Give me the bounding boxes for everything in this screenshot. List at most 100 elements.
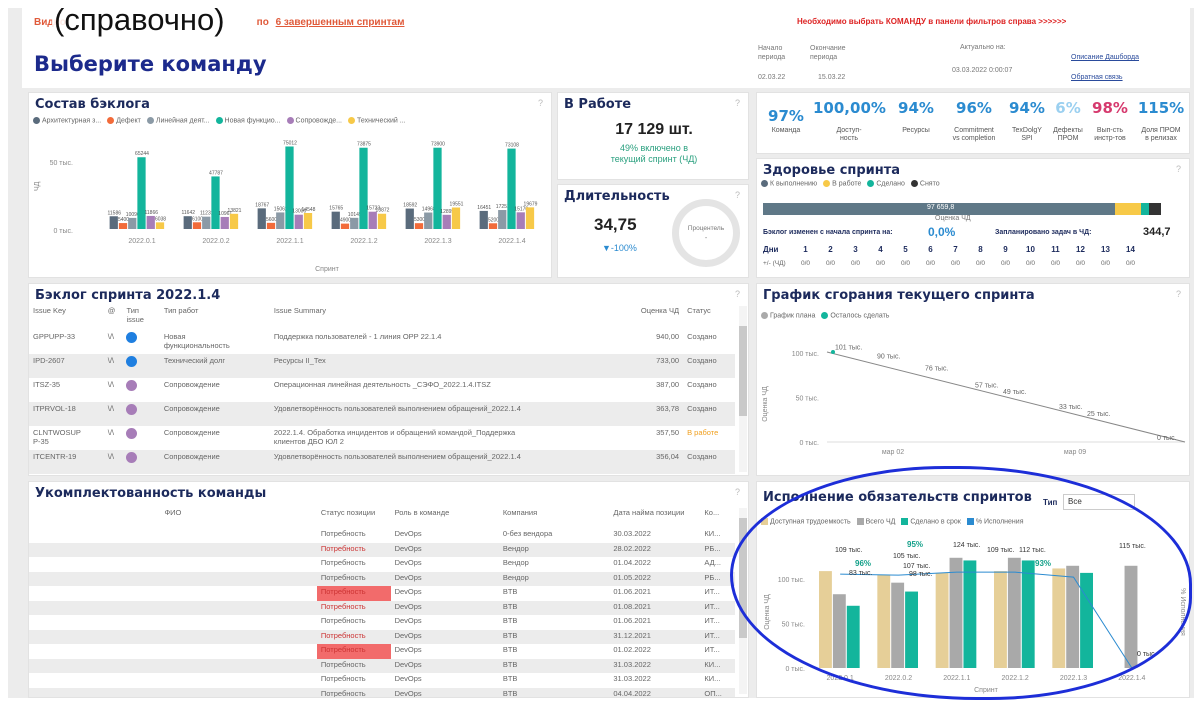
column-header[interactable]: Тип работ xyxy=(160,304,270,330)
help-icon[interactable]: ? xyxy=(735,487,740,497)
kpi-card[interactable]: 98% Вып-сть инстр-тов xyxy=(1087,99,1133,143)
table-row[interactable]: Потребность DevOps 0-без вендора 30.03.2022… xyxy=(29,528,735,543)
column-header[interactable]: Issue Key xyxy=(29,304,104,330)
kpi-label: Вып-сть инстр-тов xyxy=(1094,127,1126,142)
day-number: 3 xyxy=(853,245,858,254)
table-cell: Новая функциональность xyxy=(163,332,230,350)
legend-item[interactable]: Технический ... xyxy=(348,117,406,124)
staffing-scrollbar[interactable] xyxy=(739,508,747,694)
y-tick: 0 тыс. xyxy=(799,440,819,447)
table-cell: Потребность xyxy=(320,529,366,538)
bar xyxy=(128,217,137,229)
data-label: 0 тыс. xyxy=(1137,651,1157,658)
table-row[interactable]: Потребность DevOps Вендор 28.02.2022 РБ... xyxy=(29,542,735,557)
bar-data-label: 19679 xyxy=(524,201,538,207)
legend-item[interactable]: Доступная трудоемкость xyxy=(761,518,851,525)
bar-data-label: 13821 xyxy=(228,208,242,214)
legend-item[interactable]: % Исполнения xyxy=(966,518,1024,525)
kpi-card[interactable]: 6% Дефекты ПРОМ xyxy=(1049,99,1087,143)
table-cell: Потребность xyxy=(316,600,391,615)
column-header[interactable]: ФИО xyxy=(29,506,317,528)
table-row[interactable]: Потребность DevOps BTB 01.08.2021 ИТ... xyxy=(29,600,735,615)
column-header[interactable]: Дата найма позиции xyxy=(609,506,700,528)
legend-item[interactable]: График плана xyxy=(761,312,815,319)
help-icon[interactable]: ? xyxy=(735,190,740,200)
legend-item[interactable]: Архитектурная з... xyxy=(33,117,101,124)
column-header[interactable]: Статус позиции xyxy=(317,506,391,528)
column-header[interactable]: Оценка ЧД xyxy=(623,304,683,330)
legend-item[interactable]: К выполнению xyxy=(761,180,817,187)
table-row[interactable]: Потребность DevOps BTB 01.02.2022 ИТ... xyxy=(29,644,735,659)
bar xyxy=(183,216,192,229)
bar-data-label: 15765 xyxy=(329,206,343,212)
table-row[interactable]: GPPUPP-33 \/\ Новая функциональность Поддер… xyxy=(29,330,735,354)
table-row[interactable]: ITCENTR-19 \/\ Сопровождение Удовлетворённо… xyxy=(29,450,735,474)
table-row[interactable]: Потребность DevOps BTB 31.12.2021 ИТ... xyxy=(29,629,735,644)
legend-item[interactable]: Сделано xyxy=(867,180,905,187)
kpi-card[interactable]: 115% Доля ПРОМ в релизах xyxy=(1135,99,1187,143)
bar xyxy=(192,222,202,229)
column-header[interactable]: Ко... xyxy=(700,506,735,528)
sprint-backlog-title: Бэклог спринта 2022.1.4 xyxy=(35,288,221,303)
page-title: Выберите команду xyxy=(34,52,267,76)
table-row[interactable]: Потребность DevOps BTB 01.06.2021 ИТ... xyxy=(29,586,735,601)
feedback-link[interactable]: Обратная связь xyxy=(1071,74,1123,81)
legend-item[interactable]: Сделано в срок xyxy=(901,518,961,525)
day-number: 11 xyxy=(1051,245,1060,254)
legend-item[interactable]: Линейная деят... xyxy=(146,117,210,124)
dashboard-description-link[interactable]: Описание Дашборда xyxy=(1071,54,1139,61)
table-row[interactable]: IPD-2607 \/\ Технический долг Ресурсы II_Те… xyxy=(29,354,735,378)
kpi-card[interactable]: 97% Команда xyxy=(761,99,811,135)
table-row[interactable]: Потребность DevOps Вендор 01.04.2022 АД... xyxy=(29,557,735,572)
help-icon[interactable]: ? xyxy=(1176,289,1181,299)
legend-item[interactable]: В работе xyxy=(823,180,861,187)
sprint-backlog-scrollbar[interactable] xyxy=(739,306,747,472)
kpi-label: Дефекты ПРОМ xyxy=(1053,127,1083,142)
column-header[interactable]: Issue Summary xyxy=(270,304,623,330)
kpi-card[interactable]: 100,00% Доступ- ность xyxy=(813,99,886,143)
bar-data-label: 73108 xyxy=(505,143,519,149)
help-icon[interactable]: ? xyxy=(1176,164,1181,174)
column-header[interactable]: Статус xyxy=(683,304,735,330)
legend-item[interactable]: Новая функцио... xyxy=(215,117,281,124)
table-row[interactable]: ITPRVOL-18 \/\ Сопровождение Удовлетворённо… xyxy=(29,402,735,426)
help-icon[interactable]: ? xyxy=(735,289,740,299)
legend-item[interactable]: Дефект xyxy=(107,117,141,124)
legend-item[interactable]: Осталось сделать xyxy=(821,312,889,319)
legend-item[interactable]: Сопровожде... xyxy=(286,117,342,124)
column-header[interactable]: Тип issue xyxy=(122,304,159,330)
table-row[interactable]: CLNTWOSUP P-35 \/\ Сопровождение 2022.1.4. … xyxy=(29,426,735,450)
table-cell: 01.04.2022 xyxy=(613,558,651,567)
table-row[interactable]: Потребность DevOps BTB 31.03.2022 КИ... xyxy=(29,658,735,673)
day-number: 13 xyxy=(1101,245,1110,254)
column-header[interactable]: Роль в команде xyxy=(391,506,499,528)
data-label: 83 тыс. xyxy=(849,570,872,577)
table-cell: Потребность xyxy=(316,658,391,673)
bar xyxy=(350,217,359,229)
completed-sprints-link[interactable]: 6 завершенным спринтам xyxy=(276,17,405,28)
table-row[interactable]: Потребность DevOps BTB 31.03.2022 КИ... xyxy=(29,673,735,688)
bar xyxy=(424,212,433,229)
legend-item[interactable]: Всего ЧД xyxy=(856,518,895,525)
column-header[interactable]: @ xyxy=(104,304,123,330)
x-tick: мар 02 xyxy=(882,449,904,456)
table-row[interactable]: Потребность DevOps Вендор 01.05.2022 РБ... xyxy=(29,571,735,586)
table-cell: BTB xyxy=(498,687,610,697)
table-row[interactable]: Потребность DevOps BTB 01.06.2021 ИТ... xyxy=(29,615,735,630)
period-start: 02.03.22 xyxy=(758,74,786,81)
table-cell: DevOps xyxy=(390,658,499,673)
kpi-card[interactable]: 96% Commitment vs completion xyxy=(945,99,1003,143)
x-tick: 2022.0.2 xyxy=(202,238,229,245)
type-filter-select[interactable]: Все xyxy=(1063,494,1135,510)
day-value: 0/0 xyxy=(925,260,936,267)
table-cell xyxy=(29,586,317,601)
column-header[interactable]: Компания xyxy=(499,506,610,528)
table-cell: 356,04 xyxy=(622,450,684,474)
table-row[interactable]: ITSZ-35 \/\ Сопровождение Операционная лине… xyxy=(29,378,735,402)
legend-item[interactable]: Снято xyxy=(910,180,940,187)
kpi-card[interactable]: 94% Ресурсы xyxy=(891,99,941,135)
kpi-card[interactable]: 94% TexDolgY SPI xyxy=(1007,99,1047,143)
help-icon[interactable]: ? xyxy=(735,98,740,108)
help-icon[interactable]: ? xyxy=(538,98,543,108)
table-row[interactable]: Потребность DevOps BTB 04.04.2022 ОП... xyxy=(29,687,735,697)
